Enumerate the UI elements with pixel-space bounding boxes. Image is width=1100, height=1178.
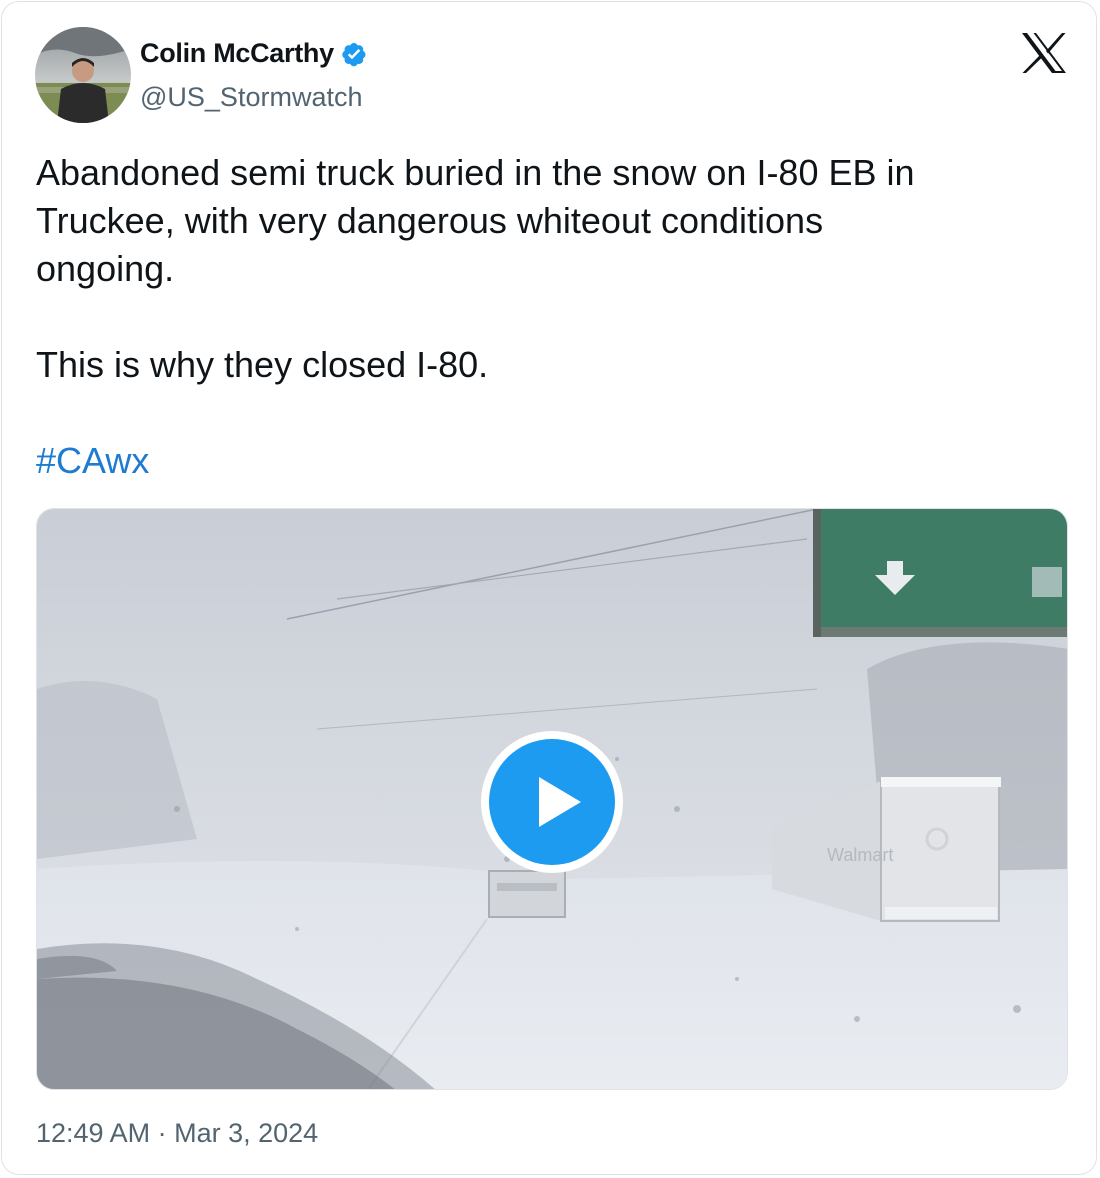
- author-name-row: Colin McCarthy: [140, 38, 370, 69]
- svg-text:Walmart: Walmart: [827, 845, 893, 865]
- timestamp-separator: ·: [157, 1118, 167, 1148]
- tweet-text: Abandoned semi truck buried in the snow …: [36, 149, 1046, 485]
- tweet-text-line: ongoing.: [36, 248, 175, 289]
- play-button[interactable]: [481, 731, 623, 873]
- verified-badge-icon: [340, 39, 370, 69]
- author-handle[interactable]: @US_Stormwatch: [140, 82, 362, 113]
- avatar[interactable]: [35, 27, 131, 123]
- timestamp-date: Mar 3, 2024: [174, 1118, 319, 1148]
- play-button-circle: [489, 739, 615, 865]
- tweet-second-paragraph: This is why they closed I-80.: [36, 344, 489, 385]
- tweet-text-line: Abandoned semi truck buried in the snow …: [36, 152, 915, 193]
- play-icon: [539, 777, 581, 827]
- author-display-name[interactable]: Colin McCarthy: [140, 38, 334, 69]
- hashtag-link[interactable]: #CAwx: [36, 440, 149, 481]
- video-player[interactable]: Walmart: [36, 508, 1068, 1090]
- x-logo-icon[interactable]: [1021, 32, 1067, 74]
- timestamp-time: 12:49 AM: [36, 1118, 151, 1148]
- tweet-timestamp[interactable]: 12:49 AM · Mar 3, 2024: [36, 1118, 318, 1149]
- tweet-card: Colin McCarthy @US_Stormwatch Abandoned …: [1, 1, 1097, 1175]
- tweet-text-line: Truckee, with very dangerous whiteout co…: [36, 200, 824, 241]
